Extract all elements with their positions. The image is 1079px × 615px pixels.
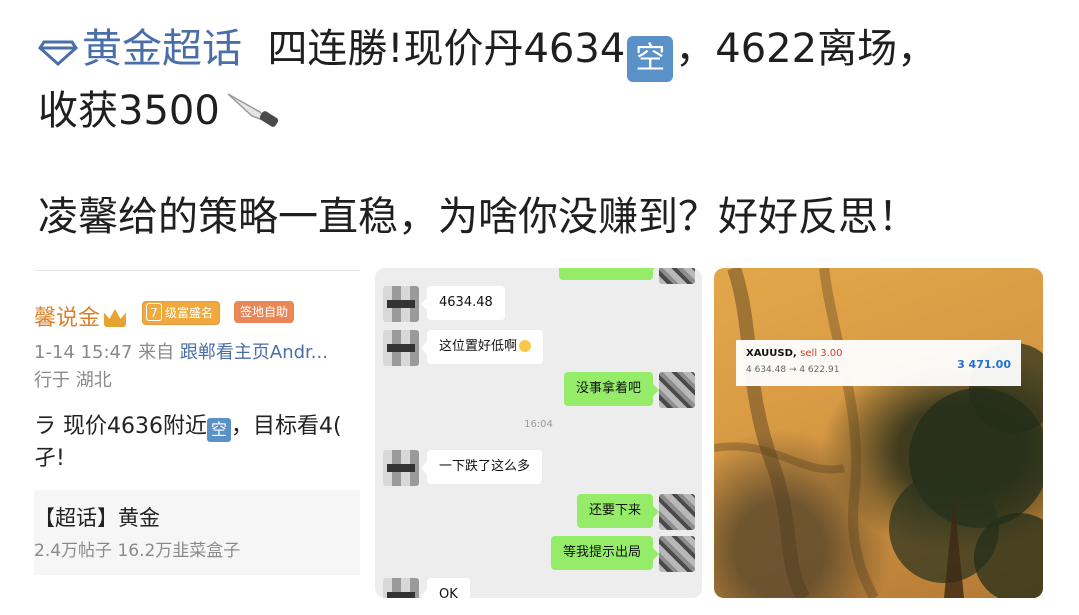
post-time: 1-14 15:47 来自 [34, 342, 175, 363]
author-label: 馨说金 [34, 306, 101, 331]
trade-card: XAUUSD, sell 3.00 4 634.48 → 4 622.91 3 … [736, 340, 1021, 386]
post-line-3: 凌馨给的策略一直稳，为啥你没赚到？好好反思！ [38, 188, 1048, 246]
knife-icon [227, 93, 278, 127]
chat-bubble-left: OK [421, 578, 470, 598]
source-link: 跟郸看主页Andr... [179, 342, 328, 363]
body-text-a: ラ 现价4636附近 [34, 414, 207, 439]
avatar [383, 450, 419, 486]
symbol-label: XAUUSD, [746, 348, 797, 359]
post-meta: 1-14 15:47 来自 跟郸看主页Andr... [34, 338, 328, 364]
post-line-2-text: 收获3500 [38, 88, 220, 134]
topic-card: 【超话】黄金 2.4万帖子 16.2万韭菜盒子 [34, 490, 360, 575]
avatar [659, 268, 695, 284]
tree-shadow-background [714, 268, 1043, 598]
level-badge: 7 级富盛名 [142, 301, 221, 325]
kuang-emoji-icon: 空 [206, 418, 231, 442]
post-text: 黄金超话 四连勝!现价丹4634 空，4622离场， 收获3500 凌馨给的策略一… [38, 20, 1048, 246]
chat-timestamp: 16:04 [524, 419, 553, 430]
topic-card-title: 【超话】黄金 [34, 506, 160, 530]
chat-bubble-right: 还要下来 [576, 494, 660, 528]
body-text-b: ，目标看4( [230, 414, 342, 439]
avatar [383, 578, 419, 598]
chat-screenshot-image[interactable]: 4634.48 这位置好低啊 没事拿着吧 16:04 一下跌了这么多 还要下来 … [375, 268, 702, 598]
chat-bubble-right [559, 268, 659, 280]
post-location: 行于 湖北 [34, 370, 112, 391]
grin-emoji-icon [519, 340, 532, 352]
chat-bubble-left: 4634.48 [421, 286, 505, 320]
avatar [659, 372, 695, 408]
post-body-line-2: 孑! [34, 446, 65, 471]
level-number: 7 [146, 303, 162, 321]
trade-photo-image[interactable]: XAUUSD, sell 3.00 4 634.48 → 4 622.91 3 … [714, 268, 1043, 598]
post-body-line-1: ラ 现价4636附近空，目标看4( [34, 408, 342, 442]
author-name: 馨说金 [34, 300, 127, 332]
post-line-1-text: 四连勝!现价丹4634 [267, 26, 626, 72]
divider [34, 270, 360, 271]
level-badge-label: 级富盛名 [165, 306, 214, 320]
trade-action: sell 3.00 [800, 348, 843, 359]
avatar [659, 536, 695, 572]
chat-bubble-left: 这位置好低啊 [420, 330, 544, 364]
crown-icon [104, 309, 127, 327]
topic-label: 黄金超话 [82, 26, 242, 72]
diamond-icon [38, 40, 78, 66]
topic-card-stats: 2.4万帖子 16.2万韭菜盒子 [34, 541, 241, 561]
trade-symbol: XAUUSD, sell 3.00 [746, 348, 843, 359]
post-line-1: 黄金超话 四连勝!现价丹4634 空，4622离场， [38, 20, 1048, 82]
avatar [383, 286, 419, 322]
avatar [659, 494, 695, 530]
chat-bubble-left: 一下跌了这么多 [420, 450, 543, 484]
chat-bubble-text: 这位置好低啊 [439, 339, 518, 354]
trade-price-move: 4 634.48 → 4 622.91 [746, 365, 840, 375]
chat-bubble-right: 等我提示出局 [550, 536, 660, 570]
post-line-3-text: 凌馨给的策略一直稳，为啥你没赚到？好好反思！ [38, 194, 918, 240]
kuang-emoji-icon: 空 [627, 36, 674, 82]
post-line-1-tail: ，4622离场， [675, 26, 938, 72]
avatar [383, 330, 419, 366]
post-line-2: 收获3500 [38, 82, 1048, 140]
topic-link[interactable]: 黄金超话 [38, 26, 242, 72]
trade-profit: 3 471.00 [957, 358, 1011, 371]
sign-badge: 签地自助 [234, 301, 295, 323]
weibo-screenshot-image[interactable]: 馨说金 7 级富盛名 签地自助 1-14 15:47 来自 跟郸看主页Andr..… [34, 268, 360, 598]
chat-bubble-right: 没事拿着吧 [563, 372, 660, 406]
